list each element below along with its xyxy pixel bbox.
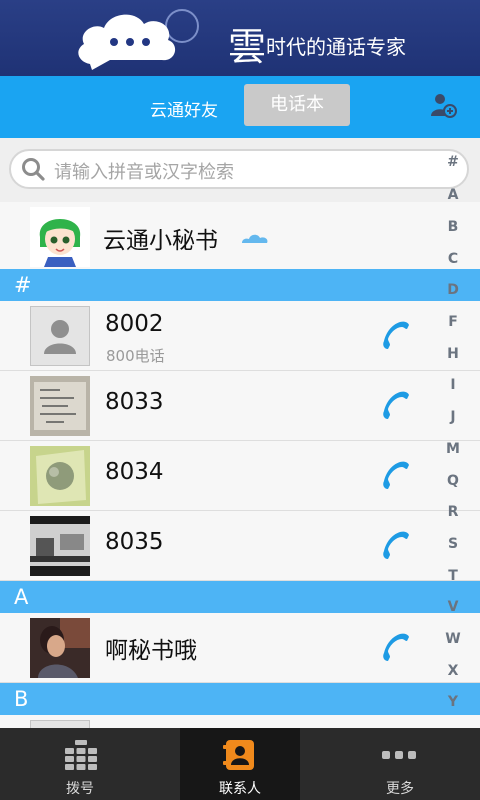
app-banner: 雲时代的通话专家 xyxy=(0,0,480,76)
nav-contacts-label: 联系人 xyxy=(219,781,261,797)
tab-phonebook[interactable]: 电话本 xyxy=(244,84,350,126)
section-header-a: A xyxy=(0,581,480,613)
top-tab-bar: 云通好友 xyxy=(0,76,480,138)
nav-more-label: 更多 xyxy=(386,781,414,797)
speech-cloud-logo-icon xyxy=(78,9,199,70)
index-letter[interactable]: V xyxy=(440,599,466,615)
contact-photo xyxy=(30,618,90,678)
index-letter[interactable]: A xyxy=(440,187,466,203)
contact-name: 啊秘书哦 xyxy=(105,638,197,664)
banner-slogan-text: 时代的通话专家 xyxy=(266,35,407,59)
call-icon[interactable] xyxy=(378,459,412,493)
nav-more[interactable]: 更多 xyxy=(320,728,480,800)
list-item[interactable] xyxy=(0,715,480,728)
index-letter[interactable]: D xyxy=(440,282,466,298)
bottom-navigation: 拨号 联系人 更多 xyxy=(0,728,480,800)
index-letter[interactable]: R xyxy=(440,504,466,520)
index-letter[interactable]: X xyxy=(440,663,466,679)
index-letter[interactable]: # xyxy=(440,154,466,170)
contact-list[interactable]: 云通小秘书 # 8002 800电话 8033 8034 8035 A 啊秘书哦… xyxy=(0,202,480,728)
contacts-icon xyxy=(223,740,254,770)
index-letter[interactable]: I xyxy=(440,377,466,393)
cloud-badge-icon xyxy=(242,234,268,243)
list-item-secretary[interactable]: 云通小秘书 xyxy=(0,202,480,272)
add-contact-icon[interactable] xyxy=(430,92,458,120)
section-header-hash: # xyxy=(0,269,480,301)
list-item[interactable]: 8002 800电话 xyxy=(0,301,480,371)
tab-yuntong-friends[interactable]: 云通好友 xyxy=(150,96,218,121)
list-item[interactable]: 8033 xyxy=(0,371,480,441)
contact-photo xyxy=(30,376,90,436)
contact-subtitle: 800电话 xyxy=(106,347,165,365)
banner-slogan: 雲时代的通话专家 xyxy=(228,16,406,71)
alphabet-index[interactable]: # A B C D F H I J M Q R S T V W X Y xyxy=(440,150,466,710)
nav-contacts[interactable]: 联系人 xyxy=(180,728,300,800)
default-avatar-icon xyxy=(30,720,90,728)
index-letter[interactable]: F xyxy=(440,314,466,330)
call-icon[interactable] xyxy=(378,631,412,665)
list-item[interactable]: 8035 xyxy=(0,511,480,581)
list-item[interactable]: 啊秘书哦 xyxy=(0,613,480,683)
index-letter[interactable]: B xyxy=(440,219,466,235)
contact-name: 8033 xyxy=(105,389,164,415)
nav-dial[interactable]: 拨号 xyxy=(0,728,160,800)
list-item[interactable]: 8034 xyxy=(0,441,480,511)
dialpad-icon xyxy=(65,740,97,770)
call-icon[interactable] xyxy=(378,529,412,563)
index-letter[interactable]: Y xyxy=(440,694,466,710)
search-placeholder: 请输入拼音或汉字检索 xyxy=(54,162,234,183)
banner-big-char: 雲 xyxy=(228,25,267,69)
contact-name: 8002 xyxy=(105,311,164,337)
call-icon[interactable] xyxy=(378,319,412,353)
index-letter[interactable]: C xyxy=(440,251,466,267)
index-letter[interactable]: H xyxy=(440,346,466,362)
index-letter[interactable]: S xyxy=(440,536,466,552)
default-avatar-icon xyxy=(30,306,90,366)
contact-name: 8035 xyxy=(105,529,164,555)
index-letter[interactable]: M xyxy=(440,441,466,457)
nav-dial-label: 拨号 xyxy=(66,781,94,797)
secretary-name: 云通小秘书 xyxy=(103,228,218,254)
secretary-avatar xyxy=(30,207,90,267)
index-letter[interactable]: T xyxy=(440,568,466,584)
index-letter[interactable]: J xyxy=(440,409,466,425)
contact-photo xyxy=(30,516,90,576)
more-icon xyxy=(382,751,416,759)
index-letter[interactable]: W xyxy=(440,631,466,647)
section-header-b: B xyxy=(0,683,480,715)
contact-photo xyxy=(30,446,90,506)
search-icon xyxy=(22,158,45,181)
call-icon[interactable] xyxy=(378,389,412,423)
index-letter[interactable]: Q xyxy=(440,473,466,489)
contact-name: 8034 xyxy=(105,459,164,485)
